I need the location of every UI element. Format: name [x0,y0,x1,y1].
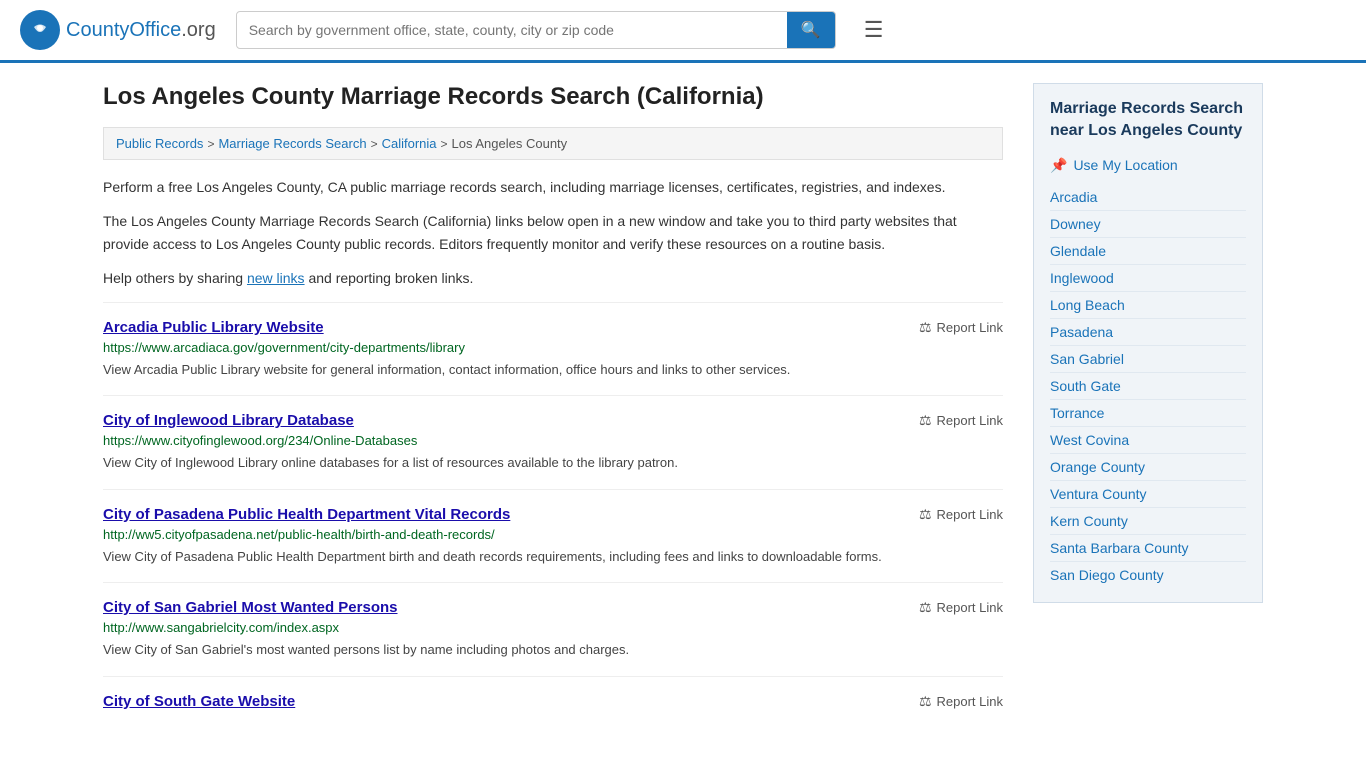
report-icon-0: ⚖ [919,319,932,336]
sidebar: Marriage Records Search near Los Angeles… [1033,83,1263,730]
result-item: Arcadia Public Library Website ⚖ Report … [103,302,1003,396]
result-item: City of Pasadena Public Health Departmen… [103,489,1003,583]
report-label-0: Report Link [937,320,1003,335]
breadcrumb-sep-3: > [441,137,448,151]
use-my-location-link[interactable]: 📌 Use My Location [1050,157,1246,174]
result-header: City of San Gabriel Most Wanted Persons … [103,599,1003,616]
sidebar-link-2[interactable]: Glendale [1050,238,1246,265]
report-link-0[interactable]: ⚖ Report Link [919,319,1003,336]
breadcrumb-sep-1: > [207,137,214,151]
result-item: City of South Gate Website ⚖ Report Link [103,676,1003,730]
page-title: Los Angeles County Marriage Records Sear… [103,83,1003,111]
report-label-4: Report Link [937,694,1003,709]
report-icon-3: ⚖ [919,599,932,616]
logo-text: CountyOffice.org [66,19,216,42]
result-url-0[interactable]: https://www.arcadiaca.gov/government/cit… [103,340,1003,355]
sidebar-link-9[interactable]: West Covina [1050,427,1246,454]
result-header: Arcadia Public Library Website ⚖ Report … [103,319,1003,336]
header: CountyOffice.org 🔍 ☰ [0,0,1366,63]
description-para-1: Perform a free Los Angeles County, CA pu… [103,176,1003,198]
description-para-3: Help others by sharing new links and rep… [103,267,1003,289]
result-title-1[interactable]: City of Inglewood Library Database [103,412,354,429]
breadcrumb-public-records[interactable]: Public Records [116,136,203,151]
sidebar-link-0[interactable]: Arcadia [1050,184,1246,211]
result-url-1[interactable]: https://www.cityofinglewood.org/234/Onli… [103,433,1003,448]
results-list: Arcadia Public Library Website ⚖ Report … [103,302,1003,730]
breadcrumb: Public Records > Marriage Records Search… [103,127,1003,160]
hamburger-icon: ☰ [864,17,884,42]
result-item: City of Inglewood Library Database ⚖ Rep… [103,395,1003,489]
sidebar-link-8[interactable]: Torrance [1050,400,1246,427]
result-title-2[interactable]: City of Pasadena Public Health Departmen… [103,506,510,523]
sidebar-link-1[interactable]: Downey [1050,211,1246,238]
result-title-0[interactable]: Arcadia Public Library Website [103,319,324,336]
search-input[interactable] [237,14,787,46]
sidebar-link-14[interactable]: San Diego County [1050,562,1246,588]
logo-icon [20,10,60,50]
sidebar-link-7[interactable]: South Gate [1050,373,1246,400]
sidebar-link-10[interactable]: Orange County [1050,454,1246,481]
report-link-2[interactable]: ⚖ Report Link [919,506,1003,523]
sidebar-link-5[interactable]: Pasadena [1050,319,1246,346]
content-area: Los Angeles County Marriage Records Sear… [103,83,1003,730]
new-links-link[interactable]: new links [247,270,305,286]
description-para-2: The Los Angeles County Marriage Records … [103,210,1003,255]
sidebar-box: Marriage Records Search near Los Angeles… [1033,83,1263,603]
report-link-3[interactable]: ⚖ Report Link [919,599,1003,616]
logo[interactable]: CountyOffice.org [20,10,216,50]
result-url-2[interactable]: http://ww5.cityofpasadena.net/public-hea… [103,527,1003,542]
sidebar-link-11[interactable]: Ventura County [1050,481,1246,508]
sidebar-link-12[interactable]: Kern County [1050,508,1246,535]
report-link-4[interactable]: ⚖ Report Link [919,693,1003,710]
breadcrumb-current: Los Angeles County [452,136,568,151]
search-container: 🔍 [236,11,836,49]
report-icon-4: ⚖ [919,693,932,710]
main-container: Los Angeles County Marriage Records Sear… [83,63,1283,750]
sidebar-link-13[interactable]: Santa Barbara County [1050,535,1246,562]
sidebar-links: ArcadiaDowneyGlendaleInglewoodLong Beach… [1050,184,1246,588]
report-link-1[interactable]: ⚖ Report Link [919,412,1003,429]
search-icon: 🔍 [801,22,821,39]
breadcrumb-california[interactable]: California [382,136,437,151]
sidebar-link-4[interactable]: Long Beach [1050,292,1246,319]
result-description-2: View City of Pasadena Public Health Depa… [103,547,1003,567]
report-label-3: Report Link [937,600,1003,615]
result-title-3[interactable]: City of San Gabriel Most Wanted Persons [103,599,398,616]
result-item: City of San Gabriel Most Wanted Persons … [103,582,1003,676]
result-header: City of Pasadena Public Health Departmen… [103,506,1003,523]
result-title-4[interactable]: City of South Gate Website [103,693,295,710]
report-label-1: Report Link [937,413,1003,428]
sidebar-title: Marriage Records Search near Los Angeles… [1050,98,1246,143]
location-pin-icon: 📌 [1050,157,1067,174]
sidebar-link-3[interactable]: Inglewood [1050,265,1246,292]
result-header: City of Inglewood Library Database ⚖ Rep… [103,412,1003,429]
breadcrumb-marriage-records[interactable]: Marriage Records Search [218,136,366,151]
menu-button[interactable]: ☰ [856,13,892,47]
report-icon-1: ⚖ [919,412,932,429]
breadcrumb-sep-2: > [371,137,378,151]
result-description-3: View City of San Gabriel's most wanted p… [103,640,1003,660]
result-url-3[interactable]: http://www.sangabrielcity.com/index.aspx [103,620,1003,635]
result-description-0: View Arcadia Public Library website for … [103,360,1003,380]
result-description-1: View City of Inglewood Library online da… [103,453,1003,473]
sidebar-link-6[interactable]: San Gabriel [1050,346,1246,373]
report-icon-2: ⚖ [919,506,932,523]
search-button[interactable]: 🔍 [787,12,835,48]
report-label-2: Report Link [937,507,1003,522]
result-header: City of South Gate Website ⚖ Report Link [103,693,1003,710]
